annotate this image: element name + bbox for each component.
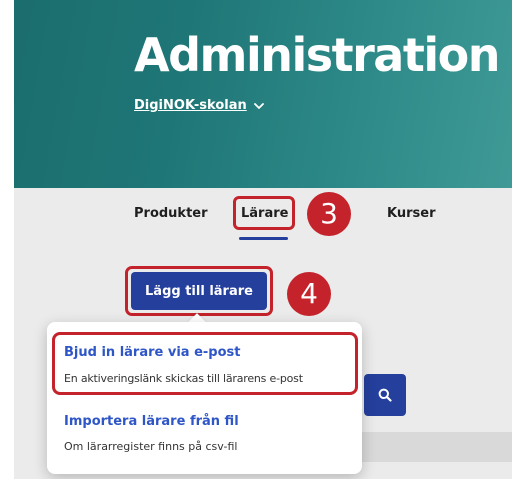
left-edge — [0, 0, 14, 188]
search-button[interactable] — [364, 374, 406, 416]
active-tab-indicator — [239, 237, 288, 240]
chevron-down-icon[interactable] — [253, 100, 265, 112]
step-badge-3: 3 — [307, 192, 351, 236]
left-edge-lower — [0, 188, 14, 479]
school-name[interactable]: DigiNOK-skolan — [134, 98, 247, 113]
step-badge-4: 4 — [287, 272, 331, 316]
callout-highlight-tab — [233, 196, 295, 230]
page-title: Administration — [134, 28, 500, 82]
admin-screen: Administration DigiNOK-skolan Produkter … — [0, 0, 512, 479]
search-icon — [378, 388, 392, 402]
school-switcher[interactable]: DigiNOK-skolan — [134, 98, 265, 113]
menu-item-invite-email[interactable]: Bjud in lärare via e-post — [64, 345, 240, 360]
add-teacher-button[interactable]: Lägg till lärare — [131, 272, 267, 310]
menu-item-import-file[interactable]: Importera lärare från fil — [64, 414, 239, 429]
menu-item-import-file-description: Om lärarregister finns på csv-fil — [64, 440, 238, 453]
callout-highlight-menu-item — [52, 332, 358, 395]
tab-kurser[interactable]: Kurser — [387, 206, 435, 221]
menu-item-invite-email-description: En aktiveringslänk skickas till lärarens… — [64, 372, 303, 385]
table-header-strip — [352, 432, 512, 462]
tab-produkter[interactable]: Produkter — [134, 206, 208, 221]
